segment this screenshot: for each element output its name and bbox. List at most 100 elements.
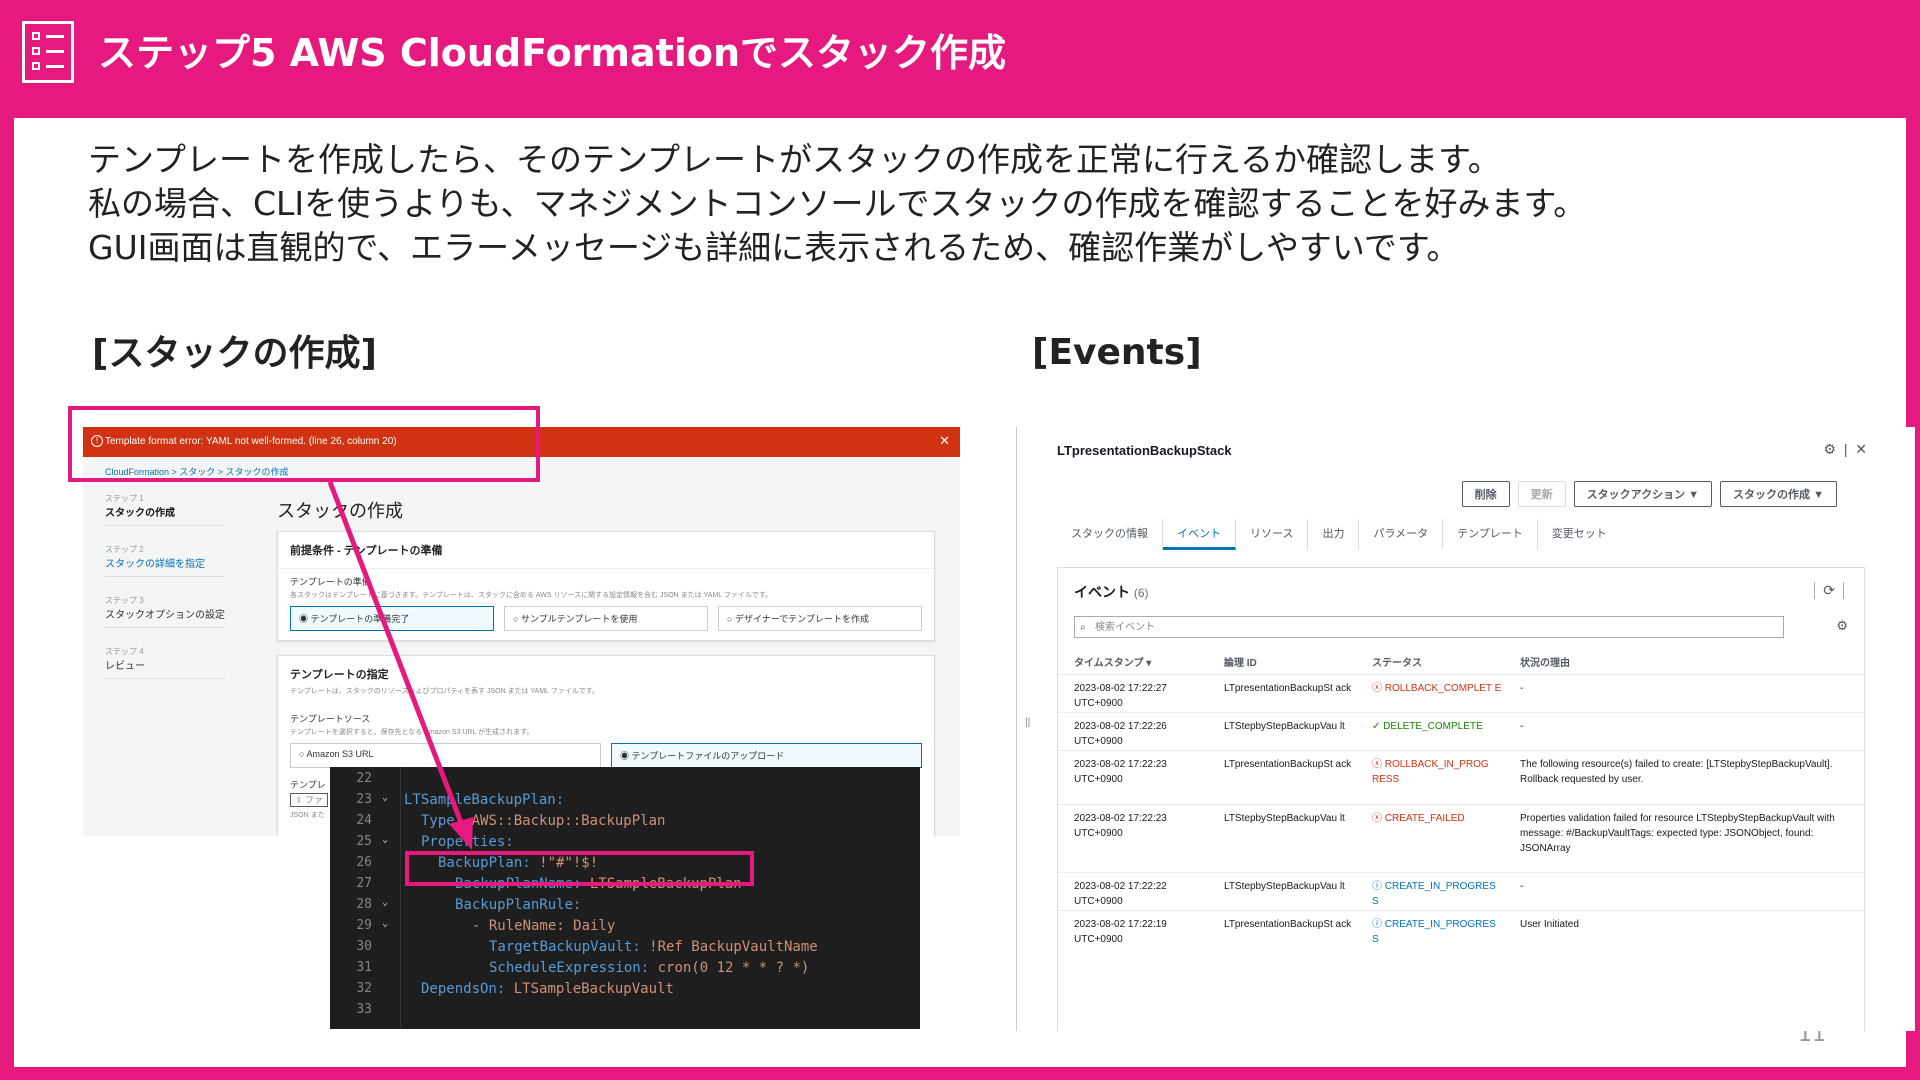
event-logical-id: LTStepbyStepBackupVau lt <box>1224 721 1345 732</box>
code-line: 33 <box>330 1002 920 1023</box>
code-text: ScheduleExpression: cron(0 12 * * ? *) <box>489 960 810 976</box>
panel-controls: ⚙ | ✕ <box>1823 441 1868 457</box>
event-reason: - <box>1520 881 1524 892</box>
table-row: 2023-08-02 17:22:22 UTC+0900 LTStepbyStep… <box>1058 872 1864 911</box>
event-timestamp: 2023-08-02 17:22:27 UTC+0900 <box>1074 683 1167 709</box>
event-timestamp: 2023-08-02 17:22:22 UTC+0900 <box>1074 881 1167 907</box>
fold-chevron-icon[interactable]: ⌄ <box>382 918 388 929</box>
radio-label: デザイナーでテンプレートを作成 <box>734 614 869 624</box>
step-name: スタックの作成 <box>105 508 175 519</box>
line-number: 24 <box>356 813 372 828</box>
events-screenshot: || LTpresentationBackupStack ⚙ | ✕ 削除 更新… <box>1016 427 1915 1031</box>
fold-chevron-icon[interactable]: ⌄ <box>382 834 388 845</box>
create-stack-dropdown[interactable]: スタックの作成 ▼ <box>1720 481 1837 507</box>
search-icon: ⌕ <box>1080 622 1086 633</box>
tab-events[interactable]: イベント <box>1163 519 1236 550</box>
code-line: 22 <box>330 771 920 792</box>
radio-sample-template[interactable]: ○ サンプルテンプレートを使用 <box>504 606 708 631</box>
event-status: ✓ DELETE_COMPLETE <box>1372 719 1502 734</box>
radio-template-ready[interactable]: ◉ テンプレートの準備完了 <box>290 606 494 631</box>
field-label: テンプレートソース <box>290 714 371 724</box>
column-timestamp[interactable]: タイムスタンプ ▾ <box>1074 654 1151 669</box>
code-line: 23 ⌄ LTSampleBackupPlan: <box>330 792 920 813</box>
radio-upload-file[interactable]: ◉ テンプレートファイルのアップロード <box>611 743 922 768</box>
wizard-steps: ステップ 1 スタックの作成 ステップ 2 スタックの詳細を指定 ステップ 3 スタッ… <box>105 493 225 697</box>
radio-designer[interactable]: ○ デザイナーでテンプレートを作成 <box>718 606 922 631</box>
tab-parameters[interactable]: パラメータ <box>1359 519 1444 550</box>
event-status: ⓧ CREATE_FAILED <box>1372 811 1502 826</box>
line-number: 29 <box>356 918 372 933</box>
fold-chevron-icon[interactable]: ⌄ <box>382 792 388 803</box>
event-reason: The following resource(s) failed to crea… <box>1520 759 1833 785</box>
radio-label: テンプレートファイルのアップロード <box>631 751 785 761</box>
event-reason: Properties validation failed for resourc… <box>1520 813 1835 854</box>
slide-header: ステップ5 AWS CloudFormationでスタック作成 <box>0 0 1920 118</box>
intro-line: 私の場合、CLIを使うよりも、マネジメントコンソールでスタックの作成を確認するこ… <box>88 184 1587 223</box>
step-name: レビュー <box>105 661 145 672</box>
column-logical-id[interactable]: 論理 ID <box>1224 654 1257 669</box>
code-line: 30 TargetBackupVault: !Ref BackupVaultNam… <box>330 939 920 960</box>
stack-tabs: スタックの情報 イベント リソース 出力 パラメータ テンプレート 変更セット <box>1057 519 1621 550</box>
slide-title: ステップ5 AWS CloudFormationでスタック作成 <box>98 31 1007 75</box>
step-number: ステップ 2 <box>105 545 144 554</box>
stack-actions: 削除 更新 スタックアクション ▼ スタックの作成 ▼ <box>1461 481 1837 507</box>
stack-actions-dropdown[interactable]: スタックアクション ▼ <box>1573 481 1713 507</box>
event-reason: - <box>1520 721 1524 732</box>
prereq-panel: 前提条件 - テンプレートの準備 テンプレートの準備 各スタックはテンプレートに… <box>277 531 935 641</box>
code-text: LTSampleBackupPlan: <box>404 792 565 808</box>
drag-handle-icon[interactable]: || <box>1025 717 1030 728</box>
event-status: ⓧ ROLLBACK_IN_PROG RESS <box>1372 757 1502 787</box>
field-label: テンプレートの準備 <box>290 577 371 587</box>
update-button[interactable]: 更新 <box>1517 481 1566 507</box>
line-number: 27 <box>356 876 372 891</box>
event-reason: - <box>1520 683 1524 694</box>
tab-resources[interactable]: リソース <box>1236 519 1309 550</box>
delete-button[interactable]: 削除 <box>1461 481 1510 507</box>
code-line: 24 Type: AWS::Backup::BackupPlan <box>330 813 920 834</box>
event-logical-id: LTpresentationBackupSt ack <box>1224 919 1352 930</box>
close-icon[interactable]: ✕ <box>1855 441 1867 457</box>
settings-icon[interactable]: ⚙ <box>1836 618 1848 634</box>
search-placeholder: 検索イベント <box>1095 622 1155 633</box>
code-line: 32 DependsOn: LTSampleBackupVault <box>330 981 920 1002</box>
event-status-text: CREATE_IN_PROGRES S <box>1372 919 1496 945</box>
column-reason[interactable]: 状況の理由 <box>1520 654 1570 669</box>
step-number: ステップ 1 <box>105 494 144 503</box>
gear-icon[interactable]: ⚙ <box>1824 441 1837 457</box>
wizard-step[interactable]: ステップ 2 スタックの詳細を指定 <box>105 544 225 577</box>
checklist-icon <box>22 21 74 83</box>
panel-heading: 前提条件 - テンプレートの準備 <box>278 532 934 569</box>
step-name[interactable]: スタックの詳細を指定 <box>105 555 225 570</box>
code-text: Properties: <box>421 834 514 850</box>
line-number: 28 <box>356 897 372 912</box>
close-icon[interactable]: ✕ <box>939 433 950 449</box>
event-logical-id: LTpresentationBackupSt ack <box>1224 759 1352 770</box>
field-description: 各スタックはテンプレートに基づきます。テンプレートは、スタックに含める AWS … <box>290 592 773 599</box>
fold-chevron-icon[interactable]: ⌄ <box>382 897 388 908</box>
create-stack-label: [スタックの作成] <box>92 333 377 374</box>
tab-change-sets[interactable]: 変更セット <box>1538 519 1621 550</box>
line-number: 30 <box>356 939 372 954</box>
intro-text: テンプレートを作成したら、そのテンプレートがスタックの作成を正常に行えるか確認し… <box>88 138 1586 270</box>
event-timestamp: 2023-08-02 17:22:19 UTC+0900 <box>1074 919 1167 945</box>
event-status-text: ROLLBACK_IN_PROG RESS <box>1372 759 1489 785</box>
line-number: 31 <box>356 960 372 975</box>
refresh-icon[interactable]: ⟳ <box>1814 582 1844 599</box>
intro-line: テンプレートを作成したら、そのテンプレートがスタックの作成を正常に行えるか確認し… <box>88 140 1501 179</box>
search-input[interactable]: ⌕ 検索イベント <box>1074 616 1784 638</box>
radio-s3-url[interactable]: ○ Amazon S3 URL <box>290 743 601 768</box>
column-status[interactable]: ステータス <box>1372 654 1422 669</box>
tab-stack-info[interactable]: スタックの情報 <box>1057 519 1163 550</box>
code-editor[interactable]: 22 23 ⌄ LTSampleBackupPlan: 24 Type: AWS::Bac… <box>330 767 920 1029</box>
event-reason: User Initiated <box>1520 919 1579 930</box>
info-icon: ⓘ <box>1372 881 1385 892</box>
tab-template[interactable]: テンプレート <box>1443 519 1538 550</box>
event-status: ⓘ CREATE_IN_PROGRES S <box>1372 879 1502 909</box>
code-text: - RuleName: Daily <box>472 918 616 934</box>
tab-outputs[interactable]: 出力 <box>1308 519 1360 550</box>
event-logical-id: LTStepbyStepBackupVau lt <box>1224 813 1345 824</box>
field-description: テンプレートを選択すると、保存先となる Amazon S3 URL が生成されま… <box>290 729 534 736</box>
step-number: ステップ 3 <box>105 596 144 605</box>
table-row: 2023-08-02 17:22:27 UTC+0900 LTpresentati… <box>1058 674 1864 713</box>
event-timestamp: 2023-08-02 17:22:26 UTC+0900 <box>1074 721 1167 747</box>
